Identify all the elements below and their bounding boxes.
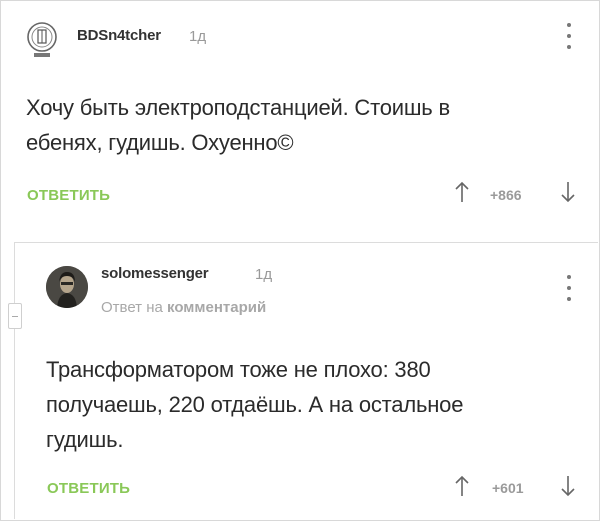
thread-divider [14,242,598,243]
comment-text-line: Трансформатором тоже не плохо: 380 [46,357,431,382]
comment-text-line: получаешь, 220 отдаёшь. А на остальное [46,392,464,417]
reply-to-link[interactable]: комментарий [167,299,266,316]
more-options-icon[interactable] [565,275,573,301]
upvote-arrow-icon[interactable] [455,475,469,497]
more-options-icon[interactable] [565,23,573,49]
upvote-arrow-icon[interactable] [455,181,469,203]
comment-text-line: Хочу быть электроподстанцией. Стоишь в [26,95,450,120]
minus-icon [12,315,18,317]
rating-count: +601 [492,480,524,496]
downvote-arrow-icon[interactable] [561,475,575,497]
username[interactable]: solomessenger [101,265,209,282]
comment-text-line: ебенях, гудишь. Охуенно© [26,130,294,155]
downvote-arrow-icon[interactable] [561,181,575,203]
reply-to-label: Ответ на комментарий [101,299,266,316]
avatar[interactable] [46,266,88,308]
username[interactable]: BDSn4tcher [77,27,161,44]
rating-count: +866 [490,187,522,203]
round-badge-avatar-icon [27,22,57,57]
user-photo-avatar-icon [46,266,88,308]
timestamp: 1д [255,266,273,283]
collapse-thread-button[interactable] [8,303,22,329]
timestamp: 1д [189,28,207,45]
reply-to-prefix: Ответ на [101,299,163,316]
reply-button[interactable]: ОТВЕТИТЬ [47,480,130,497]
thread-line [14,242,15,519]
reply-button[interactable]: ОТВЕТИТЬ [27,187,110,204]
comment-text-line: гудишь. [46,427,124,452]
avatar[interactable] [25,20,59,60]
